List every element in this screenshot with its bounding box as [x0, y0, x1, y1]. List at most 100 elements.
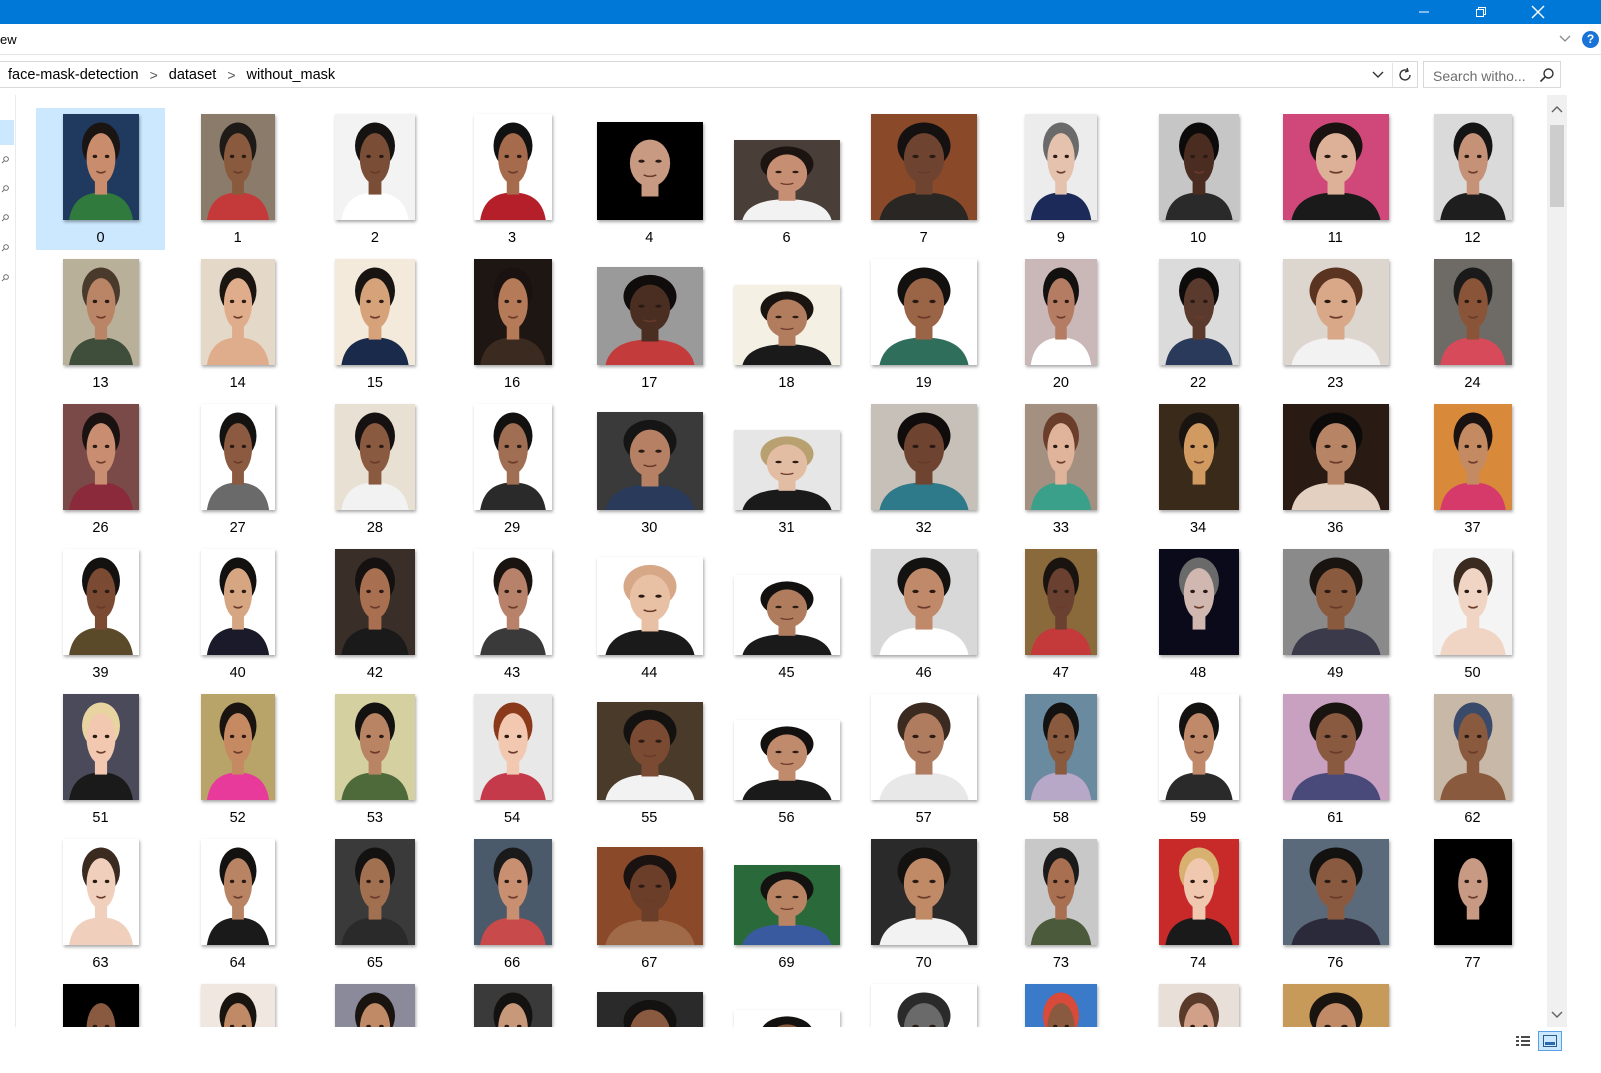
file-item[interactable]: 74 [1134, 833, 1263, 975]
file-item[interactable]: 18 [722, 253, 851, 395]
file-item[interactable]: 16 [448, 253, 577, 395]
file-item[interactable]: 65 [310, 833, 439, 975]
file-item[interactable]: 22 [1134, 253, 1263, 395]
file-item[interactable]: 26 [36, 398, 165, 540]
ribbon-tab-view[interactable]: ew [0, 32, 17, 47]
file-item[interactable]: 32 [859, 398, 988, 540]
file-item[interactable]: 9 [996, 108, 1125, 250]
file-item[interactable] [722, 978, 851, 1027]
scroll-up-arrow-icon[interactable] [1551, 101, 1563, 119]
file-item[interactable] [310, 978, 439, 1027]
file-item[interactable]: 6 [722, 108, 851, 250]
file-item[interactable]: 73 [996, 833, 1125, 975]
vertical-scrollbar[interactable] [1547, 95, 1567, 1027]
refresh-button[interactable] [1392, 63, 1417, 87]
restore-button[interactable] [1452, 0, 1510, 24]
file-item[interactable]: 2 [310, 108, 439, 250]
file-grid[interactable]: 0 1 2 3 4 6 7 9 10 11 12 13 14 15 16 17 18 19 20 22 23 24 26 27… [16, 95, 1547, 1027]
details-view-button[interactable] [1511, 1031, 1535, 1051]
file-item[interactable]: 52 [173, 688, 302, 830]
file-item[interactable]: 64 [173, 833, 302, 975]
file-item[interactable]: 37 [1408, 398, 1537, 540]
file-item[interactable]: 54 [448, 688, 577, 830]
file-item[interactable] [1134, 978, 1263, 1027]
file-item[interactable]: 20 [996, 253, 1125, 395]
file-item[interactable]: 69 [722, 833, 851, 975]
address-history-chevron-icon[interactable] [1370, 66, 1386, 87]
file-item[interactable]: 66 [448, 833, 577, 975]
file-item[interactable]: 47 [996, 543, 1125, 685]
file-item[interactable]: 59 [1134, 688, 1263, 830]
file-item[interactable]: 62 [1408, 688, 1537, 830]
file-item[interactable]: 17 [585, 253, 714, 395]
file-item[interactable] [585, 978, 714, 1027]
file-item[interactable]: 23 [1271, 253, 1400, 395]
file-item[interactable]: 28 [310, 398, 439, 540]
file-item[interactable]: 4 [585, 108, 714, 250]
file-item[interactable]: 27 [173, 398, 302, 540]
file-item[interactable]: 46 [859, 543, 988, 685]
breadcrumb-separator-icon[interactable]: > [150, 67, 158, 83]
minimize-button[interactable] [1395, 0, 1453, 24]
file-item[interactable]: 24 [1408, 253, 1537, 395]
file-item[interactable]: 51 [36, 688, 165, 830]
file-item[interactable]: 63 [36, 833, 165, 975]
file-item[interactable]: 45 [722, 543, 851, 685]
breadcrumb-item[interactable]: face-mask-detection [6, 67, 141, 83]
file-item[interactable]: 40 [173, 543, 302, 685]
file-item[interactable]: 49 [1271, 543, 1400, 685]
scroll-down-arrow-icon[interactable] [1551, 1007, 1563, 1025]
file-item[interactable]: 55 [585, 688, 714, 830]
file-item[interactable]: 70 [859, 833, 988, 975]
file-item[interactable]: 0 [36, 108, 165, 250]
file-item[interactable]: 36 [1271, 398, 1400, 540]
large-icons-view-button[interactable] [1538, 1031, 1562, 1051]
file-item[interactable] [996, 978, 1125, 1027]
breadcrumb-item[interactable]: without_mask [245, 67, 338, 83]
file-item[interactable]: 3 [448, 108, 577, 250]
file-item[interactable]: 44 [585, 543, 714, 685]
file-item[interactable]: 11 [1271, 108, 1400, 250]
file-item[interactable] [859, 978, 988, 1027]
file-item[interactable]: 14 [173, 253, 302, 395]
close-button[interactable] [1509, 0, 1567, 24]
file-item[interactable]: 42 [310, 543, 439, 685]
file-item[interactable]: 56 [722, 688, 851, 830]
file-item[interactable]: 43 [448, 543, 577, 685]
navigation-pane[interactable]: ⚲ ⚲ ⚲ ⚲ ⚲ [0, 95, 16, 1073]
file-item[interactable]: 30 [585, 398, 714, 540]
file-item[interactable] [1271, 978, 1400, 1027]
file-item[interactable]: 58 [996, 688, 1125, 830]
expand-ribbon-chevron-icon[interactable] [1558, 31, 1572, 50]
file-item[interactable]: 34 [1134, 398, 1263, 540]
search-input[interactable]: Search witho... [1423, 61, 1561, 88]
file-item[interactable]: 50 [1408, 543, 1537, 685]
file-item[interactable]: 48 [1134, 543, 1263, 685]
file-item[interactable]: 1 [173, 108, 302, 250]
file-item[interactable] [36, 978, 165, 1027]
file-item[interactable]: 15 [310, 253, 439, 395]
breadcrumb-separator-icon[interactable]: > [227, 67, 235, 83]
file-item[interactable]: 19 [859, 253, 988, 395]
file-item[interactable]: 10 [1134, 108, 1263, 250]
file-item[interactable] [173, 978, 302, 1027]
address-bar[interactable]: face-mask-detection > dataset > without_… [0, 61, 1418, 88]
file-item[interactable]: 33 [996, 398, 1125, 540]
file-item[interactable]: 7 [859, 108, 988, 250]
file-item[interactable]: 12 [1408, 108, 1537, 250]
file-item[interactable]: 31 [722, 398, 851, 540]
file-item[interactable]: 76 [1271, 833, 1400, 975]
file-item[interactable]: 57 [859, 688, 988, 830]
file-item[interactable]: 13 [36, 253, 165, 395]
file-item[interactable] [448, 978, 577, 1027]
file-item[interactable]: 77 [1408, 833, 1537, 975]
breadcrumb-item[interactable]: dataset [167, 67, 219, 83]
file-item[interactable]: 61 [1271, 688, 1400, 830]
file-item[interactable]: 53 [310, 688, 439, 830]
file-item[interactable]: 29 [448, 398, 577, 540]
help-icon[interactable]: ? [1582, 31, 1599, 48]
file-item[interactable]: 67 [585, 833, 714, 975]
nav-selected-item[interactable] [0, 120, 14, 145]
scroll-thumb[interactable] [1550, 125, 1564, 207]
file-item[interactable]: 39 [36, 543, 165, 685]
